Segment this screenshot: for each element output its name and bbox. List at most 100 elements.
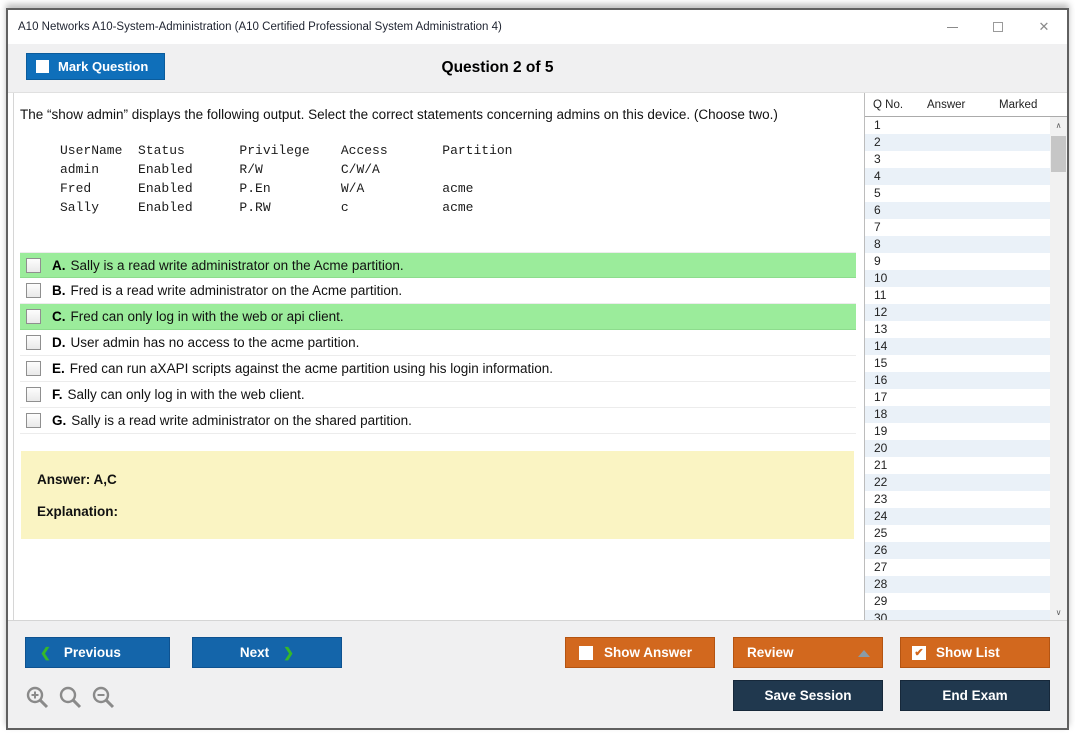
- question-list-row[interactable]: 28: [865, 576, 1050, 593]
- row-qno: 7: [874, 219, 927, 236]
- maximize-button[interactable]: [975, 10, 1021, 44]
- scroll-down-icon[interactable]: ∨: [1050, 604, 1067, 620]
- row-marked: [999, 270, 1050, 287]
- review-label: Review: [747, 645, 794, 660]
- question-list-row[interactable]: 15: [865, 355, 1050, 372]
- question-list-scrollbar[interactable]: ∧ ∨: [1050, 117, 1067, 620]
- question-list-row[interactable]: 14: [865, 338, 1050, 355]
- row-marked: [999, 236, 1050, 253]
- review-button[interactable]: Review: [733, 637, 883, 668]
- row-marked: [999, 576, 1050, 593]
- minimize-button[interactable]: [929, 10, 975, 44]
- show-answer-button[interactable]: Show Answer: [565, 637, 715, 668]
- end-exam-label: End Exam: [942, 688, 1007, 703]
- row-answer: [927, 508, 999, 525]
- question-list-row[interactable]: 6: [865, 202, 1050, 219]
- row-answer: [927, 525, 999, 542]
- row-qno: 2: [874, 134, 927, 151]
- option-letter: G.: [52, 413, 66, 428]
- question-list-row[interactable]: 29: [865, 593, 1050, 610]
- question-list-row[interactable]: 24: [865, 508, 1050, 525]
- option-checkbox[interactable]: [26, 335, 41, 350]
- row-marked: [999, 304, 1050, 321]
- row-answer: [927, 117, 999, 134]
- row-qno: 10: [874, 270, 927, 287]
- question-list-row[interactable]: 25: [865, 525, 1050, 542]
- close-button[interactable]: ✕: [1021, 10, 1067, 44]
- minimize-icon: [947, 27, 958, 28]
- question-list-row[interactable]: 27: [865, 559, 1050, 576]
- scrollbar-thumb[interactable]: [1051, 136, 1066, 172]
- option-checkbox[interactable]: [26, 258, 41, 273]
- option-row[interactable]: G.Sally is a read write administrator on…: [20, 408, 856, 434]
- option-checkbox[interactable]: [26, 413, 41, 428]
- show-list-checkbox[interactable]: ✔: [912, 646, 926, 660]
- question-list-row[interactable]: 11: [865, 287, 1050, 304]
- question-list-row[interactable]: 10: [865, 270, 1050, 287]
- row-qno: 24: [874, 508, 927, 525]
- show-list-button[interactable]: ✔ Show List: [900, 637, 1050, 668]
- row-marked: [999, 151, 1050, 168]
- save-session-button[interactable]: Save Session: [733, 680, 883, 711]
- option-row[interactable]: E.Fred can run aXAPI scripts against the…: [20, 356, 856, 382]
- zoom-in-icon[interactable]: [25, 685, 51, 711]
- option-row[interactable]: D.User admin has no access to the acme p…: [20, 330, 856, 356]
- option-row[interactable]: B.Fred is a read write administrator on …: [20, 278, 856, 304]
- row-answer: [927, 406, 999, 423]
- question-list-row[interactable]: 16: [865, 372, 1050, 389]
- question-list-row[interactable]: 22: [865, 474, 1050, 491]
- question-list-row[interactable]: 23: [865, 491, 1050, 508]
- option-row[interactable]: A. Sally is a read write administrator on…: [20, 252, 856, 278]
- show-answer-checkbox[interactable]: [579, 646, 593, 660]
- question-list-row[interactable]: 9: [865, 253, 1050, 270]
- question-list-row[interactable]: 19: [865, 423, 1050, 440]
- question-list-sidebar: Q No. Answer Marked 12345678910111213141…: [864, 93, 1067, 620]
- question-list-row[interactable]: 13: [865, 321, 1050, 338]
- option-text: Fred is a read write administrator on th…: [71, 283, 403, 298]
- option-text: Sally is a read write administrator on t…: [71, 258, 404, 273]
- question-list-row[interactable]: 5: [865, 185, 1050, 202]
- question-list-row[interactable]: 2: [865, 134, 1050, 151]
- option-text: Sally can only log in with the web clien…: [68, 387, 305, 402]
- row-qno: 6: [874, 202, 927, 219]
- next-label: Next: [240, 645, 269, 660]
- question-list-row[interactable]: 7: [865, 219, 1050, 236]
- zoom-reset-icon[interactable]: [58, 685, 84, 711]
- row-answer: [927, 491, 999, 508]
- question-list-row[interactable]: 30: [865, 610, 1050, 620]
- question-list-row[interactable]: 18: [865, 406, 1050, 423]
- row-marked: [999, 338, 1050, 355]
- option-letter: A.: [52, 258, 66, 273]
- question-list-row[interactable]: 3: [865, 151, 1050, 168]
- row-qno: 8: [874, 236, 927, 253]
- row-qno: 23: [874, 491, 927, 508]
- question-list-row[interactable]: 1: [865, 117, 1050, 134]
- row-qno: 14: [874, 338, 927, 355]
- previous-button[interactable]: ❮ Previous: [25, 637, 170, 668]
- option-checkbox[interactable]: [26, 361, 41, 376]
- question-list-row[interactable]: 4: [865, 168, 1050, 185]
- row-answer: [927, 304, 999, 321]
- scroll-up-icon[interactable]: ∧: [1050, 117, 1067, 133]
- end-exam-button[interactable]: End Exam: [900, 680, 1050, 711]
- question-list-row[interactable]: 12: [865, 304, 1050, 321]
- question-list-row[interactable]: 26: [865, 542, 1050, 559]
- question-list-row[interactable]: 20: [865, 440, 1050, 457]
- maximize-icon: [993, 22, 1003, 32]
- row-answer: [927, 593, 999, 610]
- question-list-row[interactable]: 17: [865, 389, 1050, 406]
- zoom-out-icon[interactable]: [91, 685, 117, 711]
- option-checkbox[interactable]: [26, 283, 41, 298]
- next-button[interactable]: Next ❯: [192, 637, 342, 668]
- row-qno: 22: [874, 474, 927, 491]
- option-row[interactable]: F.Sally can only log in with the web cli…: [20, 382, 856, 408]
- option-checkbox[interactable]: [26, 387, 41, 402]
- option-checkbox[interactable]: [26, 309, 41, 324]
- answer-text: Answer: A,C: [37, 472, 838, 487]
- row-answer: [927, 134, 999, 151]
- row-marked: [999, 542, 1050, 559]
- question-list-row[interactable]: 21: [865, 457, 1050, 474]
- row-qno: 3: [874, 151, 927, 168]
- option-row[interactable]: C.Fred can only log in with the web or a…: [20, 304, 856, 330]
- question-list-row[interactable]: 8: [865, 236, 1050, 253]
